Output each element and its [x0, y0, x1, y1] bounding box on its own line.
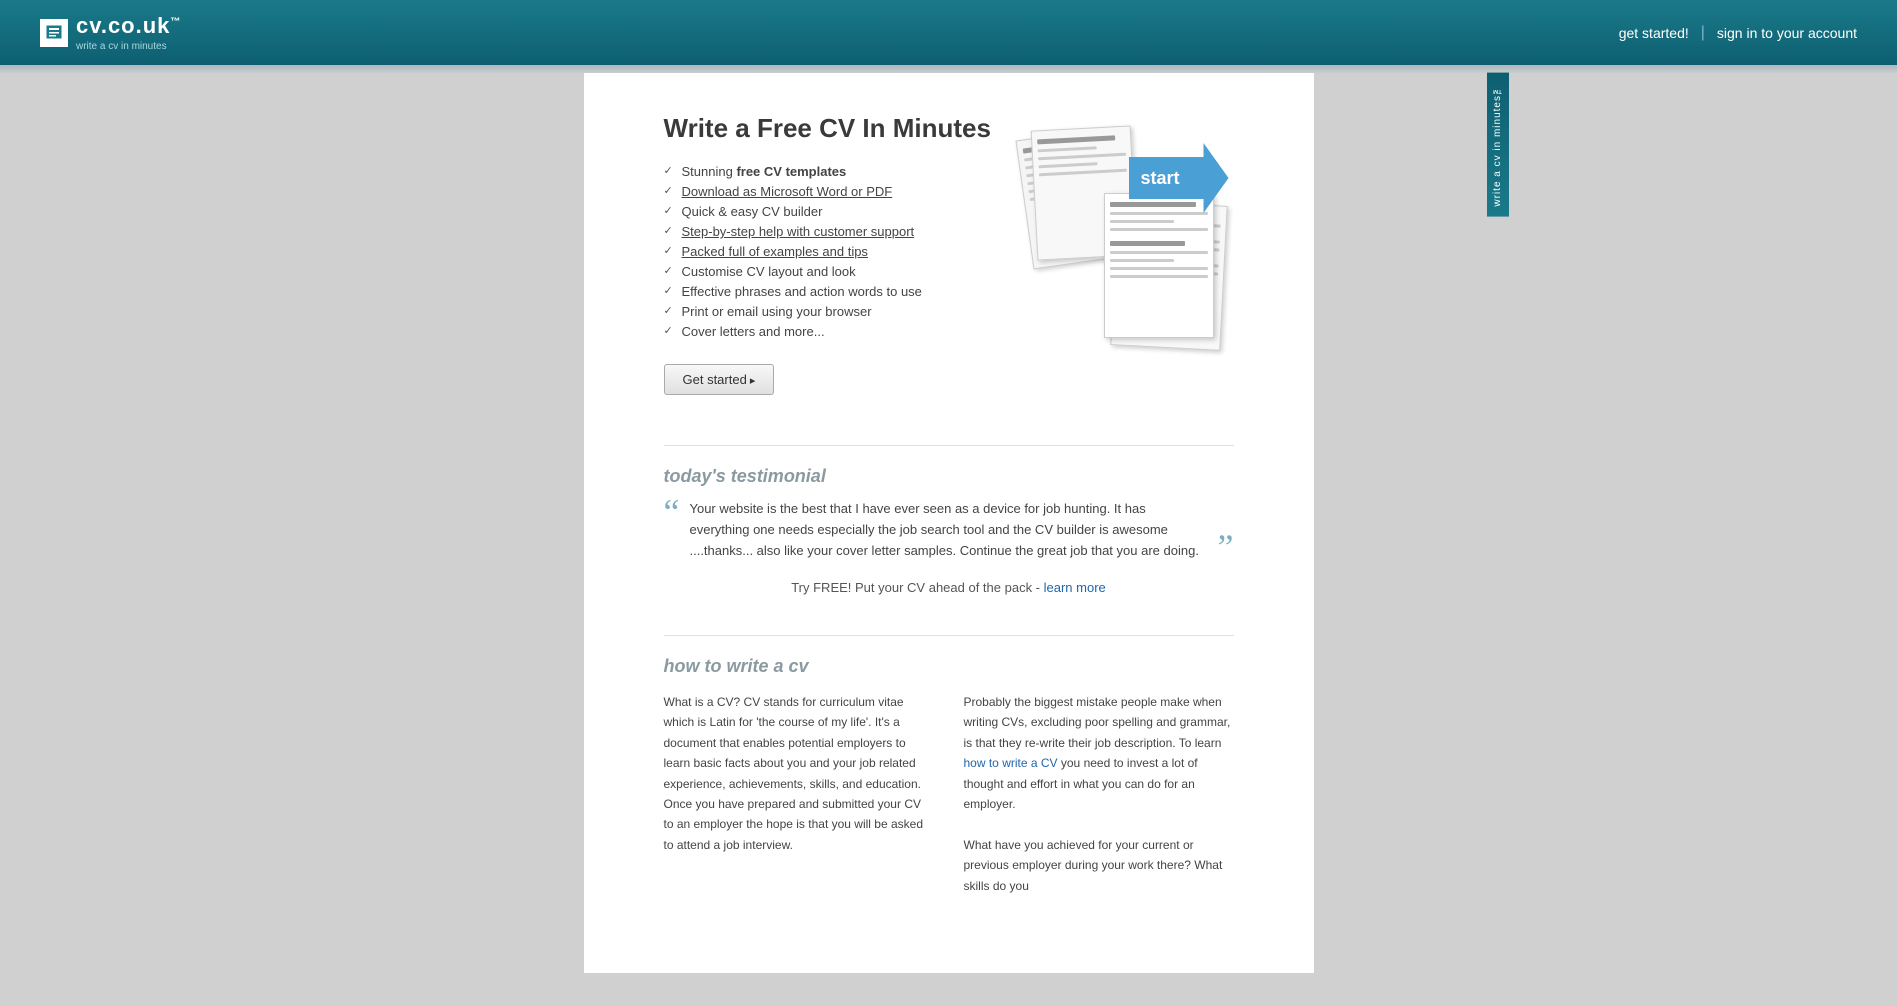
try-free-line: Try FREE! Put your CV ahead of the pack … [664, 580, 1234, 595]
try-free-text: Try FREE! Put your CV ahead of the pack … [791, 580, 1043, 595]
features-list: Stunning free CV templates Download as M… [664, 164, 994, 339]
content-wrapper: write a cv in minutes™ Write a Free CV I… [0, 73, 1897, 973]
logo-area: cv.co.uk™ write a cv in minutes [40, 13, 181, 52]
list-item: Download as Microsoft Word or PDF [664, 184, 994, 199]
hero-title: Write a Free CV In Minutes [664, 113, 994, 144]
get-started-button[interactable]: Get started [664, 364, 775, 395]
hero-left: Write a Free CV In Minutes Stunning free… [664, 113, 994, 395]
list-item: Customise CV layout and look [664, 264, 994, 279]
logo-text-group[interactable]: cv.co.uk™ write a cv in minutes [76, 13, 181, 52]
start-text: start [1141, 168, 1180, 189]
cv-stack: start [1014, 113, 1234, 353]
list-item: Packed full of examples and tips [664, 244, 994, 259]
how-to-write-cv-link[interactable]: how to write a CV [964, 756, 1058, 770]
how-to-col-1: What is a CV? CV stands for curriculum v… [664, 692, 934, 896]
feature-underline: Step-by-step help with customer support [682, 224, 915, 239]
how-to-col2-text: Probably the biggest mistake people make… [964, 692, 1234, 814]
nav-area: get started! | sign in to your account [1619, 24, 1857, 42]
list-item: Print or email using your browser [664, 304, 994, 319]
list-item: Quick & easy CV builder [664, 204, 994, 219]
how-to-section: how to write a cv What is a CV? CV stand… [664, 635, 1234, 896]
logo-icon [40, 19, 68, 47]
feature-bold: free CV templates [736, 164, 846, 179]
header-separator [0, 65, 1897, 73]
how-to-columns: What is a CV? CV stands for curriculum v… [664, 692, 1234, 896]
how-to-col1-text: What is a CV? CV stands for curriculum v… [664, 692, 934, 855]
how-to-title: how to write a cv [664, 656, 1234, 677]
logo-brand: cv.co.uk™ [76, 13, 181, 38]
how-to-col-2: Probably the biggest mistake people make… [964, 692, 1234, 896]
cv-page [1104, 193, 1214, 338]
list-item: Cover letters and more... [664, 324, 994, 339]
header-get-started-link[interactable]: get started! [1619, 25, 1689, 41]
feature-underline: Packed full of examples and tips [682, 244, 868, 259]
list-item: Effective phrases and action words to us… [664, 284, 994, 299]
feature-underline: Download as Microsoft Word or PDF [682, 184, 893, 199]
site-header: cv.co.uk™ write a cv in minutes get star… [0, 0, 1897, 65]
sign-in-link[interactable]: sign in to your account [1717, 25, 1857, 41]
testimonial-text: Your website is the best that I have eve… [689, 499, 1207, 561]
col2-text-before: Probably the biggest mistake people make… [964, 695, 1231, 750]
testimonial-body: “ Your website is the best that I have e… [664, 499, 1234, 565]
nav-divider: | [1701, 24, 1705, 42]
list-item: Stunning free CV templates [664, 164, 994, 179]
quote-mark-left: “ [664, 494, 680, 530]
main-panel: Write a Free CV In Minutes Stunning free… [584, 73, 1314, 973]
testimonial-title: today's testimonial [664, 466, 1234, 487]
learn-more-link[interactable]: learn more [1044, 580, 1106, 595]
side-tab[interactable]: write a cv in minutes™ [1487, 73, 1509, 217]
col2-para2: What have you achieved for your current … [964, 835, 1234, 896]
start-arrow-shape: start [1129, 143, 1229, 213]
start-button[interactable]: start [1129, 143, 1229, 213]
list-item: Step-by-step help with customer support [664, 224, 994, 239]
logo-tagline: write a cv in minutes [76, 41, 181, 52]
testimonial-section: today's testimonial “ Your website is th… [664, 445, 1234, 595]
hero-right: start [1014, 113, 1234, 395]
quote-mark-right: ” [1218, 529, 1234, 565]
hero-section: Write a Free CV In Minutes Stunning free… [664, 113, 1234, 395]
